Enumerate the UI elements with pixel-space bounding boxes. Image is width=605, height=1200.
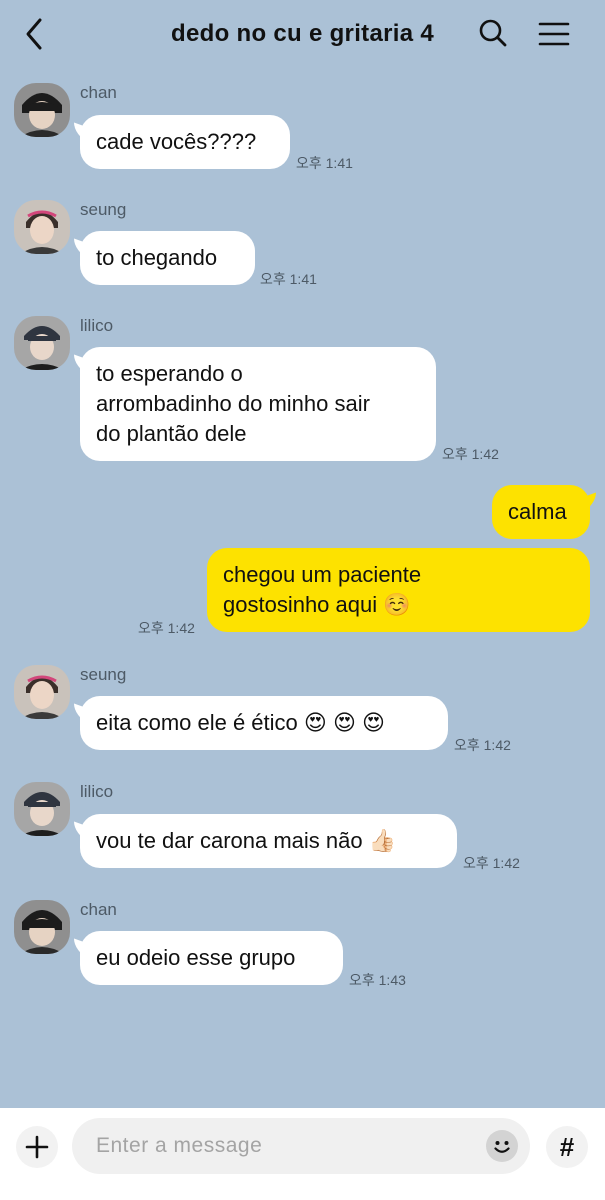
- avatar[interactable]: [14, 83, 70, 137]
- avatar[interactable]: [14, 665, 70, 719]
- sender-name: seung: [80, 665, 127, 684]
- message-input-container: [72, 1118, 530, 1174]
- search-icon[interactable]: [478, 18, 508, 48]
- message-input[interactable]: [96, 1118, 476, 1174]
- avatar[interactable]: [14, 900, 70, 954]
- avatar[interactable]: [14, 200, 70, 254]
- sender-name: chan: [80, 900, 117, 919]
- message-bubble[interactable]: eita como ele é ético 😍 😍 😍: [80, 696, 448, 750]
- message-bubble[interactable]: vou te dar carona mais não 👍🏻: [80, 814, 457, 868]
- message-bubble[interactable]: cade vocês????: [80, 115, 290, 169]
- message-time: 오후 1:42: [138, 620, 195, 636]
- sender-name: chan: [80, 83, 117, 102]
- hashtag-button[interactable]: #: [546, 1126, 588, 1168]
- sender-name: seung: [80, 200, 127, 219]
- message-bubble[interactable]: to chegando: [80, 231, 255, 285]
- message-bubble[interactable]: chegou um paciente gostosinho aqui ☺️: [207, 548, 590, 632]
- chat-title: dedo no cu e gritaria 4: [171, 20, 434, 47]
- message-time: 오후 1:41: [260, 271, 317, 287]
- avatar[interactable]: [14, 782, 70, 836]
- message-time: 오후 1:42: [442, 446, 499, 462]
- hamburger-menu-icon[interactable]: [538, 20, 570, 48]
- message-composer: #: [0, 1108, 605, 1200]
- message-bubble[interactable]: calma: [492, 485, 590, 539]
- message-time: 오후 1:42: [463, 855, 520, 871]
- message-bubble[interactable]: eu odeio esse grupo: [80, 931, 343, 985]
- message-time: 오후 1:43: [349, 972, 406, 988]
- sender-name: lilico: [80, 782, 114, 801]
- avatar[interactable]: [14, 316, 70, 370]
- plus-icon[interactable]: [16, 1126, 58, 1168]
- message-bubble[interactable]: to esperando o arrombadinho do minho sai…: [80, 347, 436, 461]
- chat-header: dedo no cu e gritaria 4: [0, 0, 605, 70]
- message-time: 오후 1:42: [454, 737, 511, 753]
- emoji-icon[interactable]: [486, 1130, 518, 1162]
- message-time: 오후 1:41: [296, 155, 353, 171]
- sender-name: lilico: [80, 316, 114, 335]
